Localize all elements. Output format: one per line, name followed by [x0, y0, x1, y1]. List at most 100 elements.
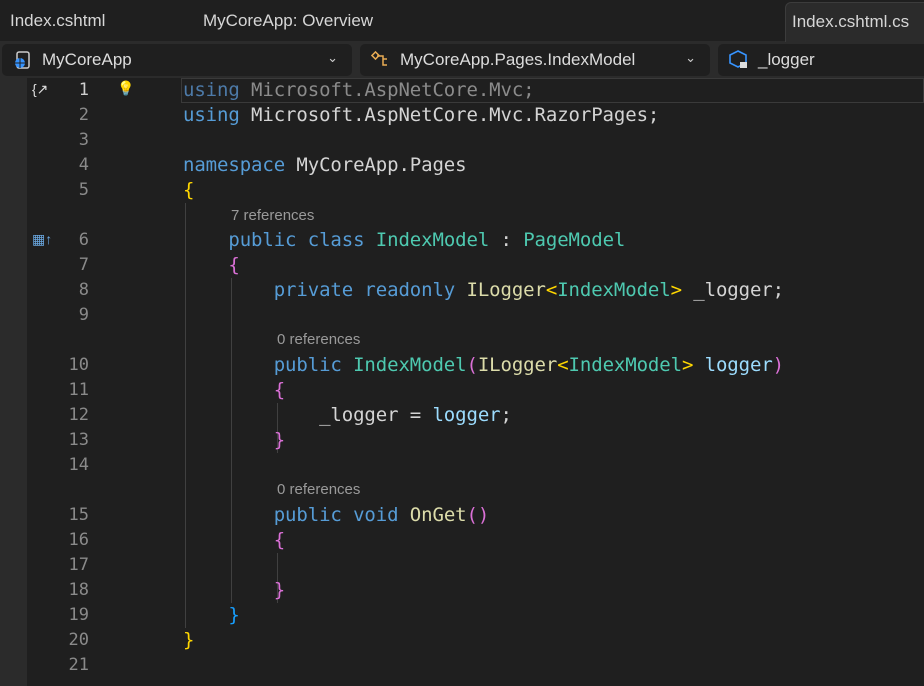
code-line[interactable]: 6 public class IndexModel : PageModel	[27, 228, 924, 253]
member-name: _logger	[758, 50, 815, 70]
code-token: :	[489, 229, 523, 251]
code-token: Microsoft.AspNetCore.Mvc;	[240, 79, 535, 101]
code-line[interactable]: 20}	[27, 628, 924, 653]
line-number: 15	[27, 503, 89, 528]
code-token: {	[183, 179, 194, 201]
codelens-references[interactable]: 0 references	[277, 477, 360, 502]
code-line[interactable]: 4namespace MyCoreApp.Pages	[27, 153, 924, 178]
line-number: 7	[27, 253, 89, 278]
type-dropdown[interactable]: MyCoreApp.Pages.IndexModel ⌄	[360, 44, 710, 76]
code-line[interactable]: 21	[27, 653, 924, 678]
code-token: {	[274, 529, 285, 551]
code-token: private readonly	[274, 279, 467, 301]
code-token: }	[274, 579, 285, 601]
code-text: {	[183, 253, 240, 278]
code-token: >	[682, 354, 693, 376]
code-token: _logger;	[682, 279, 784, 301]
private-field-icon	[728, 49, 750, 71]
code-line[interactable]: 7 {	[27, 253, 924, 278]
project-dropdown[interactable]: MyCoreApp ⌄	[2, 44, 352, 76]
line-number: 17	[27, 553, 89, 578]
code-token: >	[671, 279, 682, 301]
line-number: 9	[27, 303, 89, 328]
chevron-down-icon: ⌄	[327, 50, 338, 66]
code-text: public class IndexModel : PageModel	[183, 228, 625, 253]
code-text: }	[183, 628, 194, 653]
code-token: (	[466, 354, 477, 376]
code-line[interactable]: 13 }	[27, 428, 924, 453]
code-text: private readonly ILogger<IndexModel> _lo…	[183, 278, 784, 303]
code-token: logger	[432, 404, 500, 426]
code-text: public void OnGet()	[183, 503, 489, 528]
code-token	[183, 504, 274, 526]
line-number: 10	[27, 353, 89, 378]
line-number: 11	[27, 378, 89, 403]
code-token	[183, 604, 228, 626]
code-line[interactable]: 8 private readonly ILogger<IndexModel> _…	[27, 278, 924, 303]
code-token: )	[773, 354, 784, 376]
code-token: {	[228, 254, 239, 276]
code-text: }	[183, 603, 240, 628]
code-token	[183, 279, 274, 301]
tab-index-cshtml[interactable]: Index.cshtml	[4, 0, 111, 42]
code-token: IndexModel	[376, 229, 489, 251]
code-text: using Microsoft.AspNetCore.Mvc;	[183, 78, 535, 103]
code-token: ()	[467, 504, 490, 526]
code-line[interactable]: 16 {	[27, 528, 924, 553]
code-token	[183, 579, 274, 601]
navigation-bar: MyCoreApp ⌄ MyCoreApp.Pages.IndexModel ⌄…	[0, 42, 924, 78]
code-token: PageModel	[523, 229, 625, 251]
code-line[interactable]: 19 }	[27, 603, 924, 628]
code-token	[183, 254, 228, 276]
code-token: ILogger	[466, 279, 545, 301]
type-name: MyCoreApp.Pages.IndexModel	[400, 50, 635, 70]
code-line[interactable]: 10 public IndexModel(ILogger<IndexModel>…	[27, 353, 924, 378]
code-token: IndexModel	[557, 279, 670, 301]
code-token: ;	[501, 404, 512, 426]
code-token: logger	[693, 354, 772, 376]
code-token: using	[183, 79, 240, 101]
codelens-references[interactable]: 0 references	[277, 327, 360, 352]
code-editor[interactable]: {↗ 💡 ▦↑ 7 references 0 references 0 refe…	[27, 78, 924, 686]
code-line[interactable]: 3	[27, 128, 924, 153]
code-line[interactable]: 5{	[27, 178, 924, 203]
code-token: MyCoreApp.Pages	[285, 154, 466, 176]
line-number: 6	[27, 228, 89, 253]
code-line[interactable]: 9	[27, 303, 924, 328]
code-text: {	[183, 178, 194, 203]
code-line[interactable]: 18 }	[27, 578, 924, 603]
code-text: namespace MyCoreApp.Pages	[183, 153, 467, 178]
code-token: IndexModel	[353, 354, 466, 376]
code-token	[183, 354, 274, 376]
tab-overview[interactable]: MyCoreApp: Overview	[197, 0, 379, 42]
code-line[interactable]: 17	[27, 553, 924, 578]
line-number: 13	[27, 428, 89, 453]
tab-bar: Index.cshtml MyCoreApp: Overview Index.c…	[0, 0, 924, 42]
editor-margin	[0, 78, 27, 686]
codelens-references[interactable]: 7 references	[231, 203, 314, 228]
code-line[interactable]: 12 _logger = logger;	[27, 403, 924, 428]
code-line[interactable]: 11 {	[27, 378, 924, 403]
code-token: public	[274, 354, 353, 376]
code-line[interactable]: 2using Microsoft.AspNetCore.Mvc.RazorPag…	[27, 103, 924, 128]
line-number: 21	[27, 653, 89, 678]
code-token: _logger =	[183, 404, 432, 426]
code-token: OnGet	[410, 504, 467, 526]
code-token: ILogger	[478, 354, 557, 376]
code-line[interactable]: 1using Microsoft.AspNetCore.Mvc;	[27, 78, 924, 103]
code-token: namespace	[183, 154, 285, 176]
line-number: 12	[27, 403, 89, 428]
code-text: }	[183, 578, 285, 603]
code-line[interactable]: 14	[27, 453, 924, 478]
code-token: }	[228, 604, 239, 626]
line-number: 18	[27, 578, 89, 603]
code-line[interactable]: 15 public void OnGet()	[27, 503, 924, 528]
member-dropdown[interactable]: _logger	[718, 44, 924, 76]
code-text: {	[183, 378, 285, 403]
code-token	[183, 229, 228, 251]
line-number: 20	[27, 628, 89, 653]
code-token: <	[546, 279, 557, 301]
tab-index-cshtml-cs[interactable]: Index.cshtml.cs	[785, 2, 924, 43]
line-number: 16	[27, 528, 89, 553]
code-token	[183, 529, 274, 551]
